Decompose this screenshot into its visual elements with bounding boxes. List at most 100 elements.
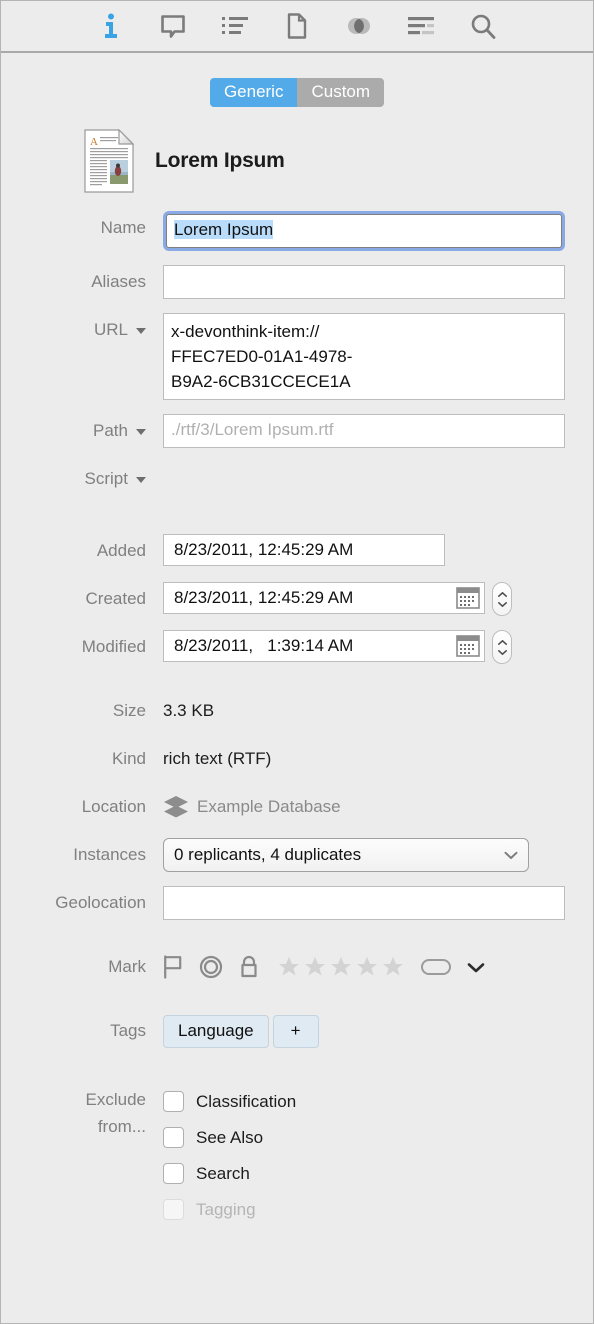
text-lines-icon[interactable] xyxy=(406,11,436,41)
checkbox-label-search: Search xyxy=(196,1163,250,1183)
location-value[interactable]: Example Database xyxy=(197,790,341,824)
checkbox-see-also[interactable] xyxy=(163,1127,184,1149)
star-icon[interactable] xyxy=(277,955,301,979)
row-created: Created 8/23/2011, 12:45:29 AM xyxy=(1,582,593,617)
chevron-down-icon[interactable] xyxy=(136,328,146,335)
chevron-down-icon[interactable] xyxy=(497,649,507,655)
info-form: Name Lorem Ipsum Aliases URL x-devonthin xyxy=(1,211,593,1221)
url-line-2: FFEC7ED0-01A1-4978- xyxy=(171,347,353,367)
calendar-icon[interactable] xyxy=(456,587,480,610)
label-color-swatch[interactable] xyxy=(421,959,451,976)
instances-popup-button[interactable]: 0 replicants, 4 duplicates xyxy=(163,838,529,873)
chevron-down-icon[interactable] xyxy=(136,429,146,436)
list-icon[interactable] xyxy=(220,11,250,41)
concordance-icon[interactable] xyxy=(344,11,374,41)
row-modified: Modified 8/23/2011, 1:39:14 AM xyxy=(1,630,593,665)
modified-input[interactable]: 8/23/2011, 1:39:14 AM xyxy=(163,630,485,663)
info-inspector-window: Generic Custom A Lorem Ipsum Name Lorem … xyxy=(0,0,594,1324)
size-value: 3.3 KB xyxy=(163,701,215,721)
path-label-popup[interactable]: Path xyxy=(1,414,146,448)
aliases-input[interactable] xyxy=(163,265,565,300)
tag-token[interactable]: Language xyxy=(163,1014,269,1048)
tab-generic[interactable]: Generic xyxy=(209,78,298,108)
flag-icon[interactable] xyxy=(163,955,183,979)
star-icon[interactable] xyxy=(381,955,405,979)
chevron-down-icon[interactable] xyxy=(136,477,146,484)
document-icon[interactable] xyxy=(282,11,312,41)
url-input[interactable]: x-devonthink-item:// FFEC7ED0-01A1-4978-… xyxy=(163,313,565,401)
row-aliases: Aliases xyxy=(1,265,593,300)
annotation-icon[interactable] xyxy=(158,11,188,41)
script-label-popup[interactable]: Script xyxy=(1,462,146,496)
add-tag-button[interactable]: + xyxy=(272,1014,319,1048)
added-date-text: 8/23/2011, 12:45:29 AM xyxy=(174,540,354,560)
exclude-label-line-2: from... xyxy=(97,1117,146,1137)
url-line-1: x-devonthink-item:// xyxy=(171,322,320,342)
geolocation-input[interactable] xyxy=(163,886,565,921)
checkbox-row-search[interactable]: Search xyxy=(163,1163,296,1185)
row-kind: Kind rich text (RTF) xyxy=(1,742,593,776)
added-value: 8/23/2011, 12:45:29 AM xyxy=(163,534,445,567)
name-label: Name xyxy=(100,218,146,238)
row-script: Script xyxy=(1,462,593,496)
chevron-up-icon[interactable] xyxy=(497,639,507,645)
calendar-icon[interactable] xyxy=(456,635,480,658)
checkbox-row-see-also[interactable]: See Also xyxy=(163,1127,296,1149)
info-icon[interactable] xyxy=(96,11,126,41)
unread-icon[interactable] xyxy=(199,955,223,979)
modified-date-text: 8/23/2011, 1:39:14 AM xyxy=(174,636,354,656)
checkbox-classification[interactable] xyxy=(163,1091,184,1113)
path-input[interactable]: ./rtf/3/Lorem Ipsum.rtf xyxy=(163,414,565,449)
chevron-up-icon[interactable] xyxy=(497,591,507,597)
name-input[interactable]: Lorem Ipsum xyxy=(166,214,562,249)
kind-value: rich text (RTF) xyxy=(163,749,272,769)
name-field-focus-ring: Lorem Ipsum xyxy=(163,211,565,252)
tags-label: Tags xyxy=(110,1021,146,1041)
url-label-popup[interactable]: URL xyxy=(1,313,146,347)
row-size: Size 3.3 KB xyxy=(1,694,593,728)
rtf-document-icon: A xyxy=(84,129,135,193)
search-icon[interactable] xyxy=(468,11,498,41)
url-line-3: B9A2-6CB31CCECE1A xyxy=(171,372,351,392)
added-label: Added xyxy=(96,541,146,561)
instances-label: Instances xyxy=(73,845,146,865)
exclude-from-label: Exclude from... xyxy=(1,1086,146,1140)
mark-label: Mark xyxy=(108,957,146,977)
inspector-toolbar xyxy=(1,1,593,53)
instances-value: 0 replicants, 4 duplicates xyxy=(174,845,362,865)
chevron-down-icon[interactable] xyxy=(467,962,485,973)
chevron-down-icon xyxy=(504,851,518,859)
checkbox-row-tagging: Tagging xyxy=(163,1199,296,1221)
rating-stars[interactable] xyxy=(277,955,405,979)
created-input[interactable]: 8/23/2011, 12:45:29 AM xyxy=(163,582,485,615)
name-input-value: Lorem Ipsum xyxy=(174,220,274,240)
star-icon[interactable] xyxy=(329,955,353,979)
created-stepper[interactable] xyxy=(492,582,512,617)
modified-stepper[interactable] xyxy=(492,630,512,665)
url-label: URL xyxy=(93,320,128,340)
checkbox-label-tagging: Tagging xyxy=(196,1199,256,1219)
created-label: Created xyxy=(85,589,146,609)
page-title: Lorem Ipsum xyxy=(155,149,285,173)
star-icon[interactable] xyxy=(303,955,327,979)
checkbox-label-see-also: See Also xyxy=(196,1127,264,1147)
row-instances: Instances 0 replicants, 4 duplicates xyxy=(1,838,593,873)
tab-custom[interactable]: Custom xyxy=(297,78,385,108)
row-exclude-from: Exclude from... Classification See Also xyxy=(1,1086,593,1221)
geolocation-label: Geolocation xyxy=(55,893,146,913)
checkbox-row-classification[interactable]: Classification xyxy=(163,1091,297,1113)
lock-icon[interactable] xyxy=(239,955,259,979)
checkbox-search[interactable] xyxy=(163,1163,184,1185)
exclude-label-line-1: Exclude xyxy=(85,1090,146,1110)
star-icon[interactable] xyxy=(355,955,379,979)
checkbox-label-classification: Classification xyxy=(196,1091,297,1111)
row-geolocation: Geolocation xyxy=(1,886,593,921)
modified-label: Modified xyxy=(81,637,146,657)
chevron-down-icon[interactable] xyxy=(497,601,507,607)
path-label: Path xyxy=(93,421,128,441)
